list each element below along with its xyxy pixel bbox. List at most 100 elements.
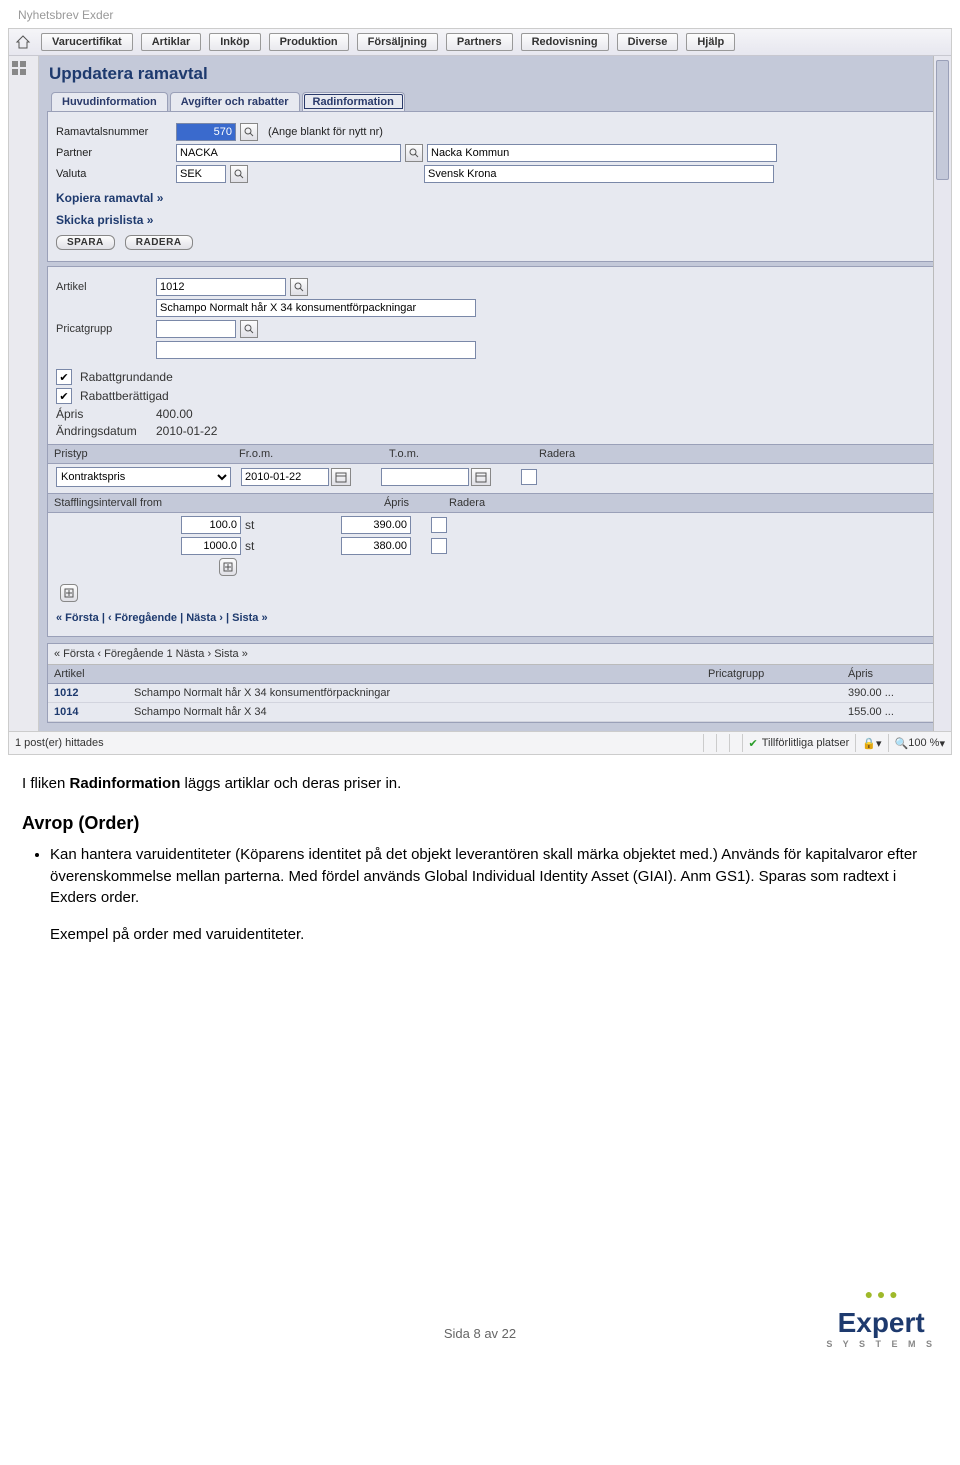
- th-pricat[interactable]: Pricatgrupp: [702, 665, 842, 684]
- menu-diverse[interactable]: Diverse: [617, 33, 679, 51]
- radera-button[interactable]: RADERA: [125, 235, 193, 250]
- tab-avgifter[interactable]: Avgifter och rabatter: [170, 92, 300, 111]
- artikel-lookup[interactable]: [290, 278, 308, 296]
- menu-hjalp[interactable]: Hjälp: [686, 33, 735, 51]
- from-date[interactable]: [241, 468, 329, 486]
- staff-apris-1[interactable]: [341, 537, 411, 555]
- row0-pricat: [702, 684, 842, 703]
- partner-desc: [427, 144, 777, 162]
- partner-input[interactable]: [176, 144, 401, 162]
- pristyp-select[interactable]: Kontraktspris: [56, 467, 231, 487]
- kopiera-link[interactable]: Kopiera ramavtal »: [56, 191, 934, 205]
- ramavtal-input[interactable]: [176, 123, 236, 141]
- status-posts: 1 post(er) hittades: [15, 737, 104, 749]
- tom-date[interactable]: [381, 468, 469, 486]
- price-grid-head: Pristyp Fr.o.m. T.o.m. Radera: [48, 444, 942, 464]
- sidebar: [9, 56, 39, 731]
- rabattberattigad-label: Rabattberättigad: [80, 389, 169, 403]
- from-cal-icon[interactable]: [331, 468, 351, 486]
- row1-id[interactable]: 1014: [48, 703, 128, 722]
- row0-id[interactable]: 1012: [48, 684, 128, 703]
- pricat-input[interactable]: [156, 320, 236, 338]
- rabattgrundande-label: Rabattgrundande: [80, 370, 173, 384]
- statusbar: 1 post(er) hittades ✔ Tillförlitliga pla…: [9, 731, 951, 754]
- tab-radinformation[interactable]: Radinformation: [302, 92, 405, 111]
- menu-forsaljning[interactable]: Försäljning: [357, 33, 438, 51]
- table-row[interactable]: 1014 Schampo Normalt hår X 34 155.00 ...: [48, 703, 942, 722]
- partner-lookup[interactable]: [405, 144, 423, 162]
- header-panel: Ramavtalsnummer (Ange blankt för nytt nr…: [47, 111, 943, 262]
- trusted-check-icon: ✔: [749, 737, 758, 750]
- apris-label: Ápris: [56, 407, 156, 421]
- add-staffling-icon[interactable]: [219, 558, 237, 576]
- row0-apris: 390.00 ...: [842, 684, 942, 703]
- rabattberattigad-checkbox[interactable]: [56, 388, 72, 404]
- lower-nav[interactable]: « Första ‹ Föregående 1 Nästa › Sista »: [48, 644, 942, 665]
- th-apris[interactable]: Ápris: [842, 665, 942, 684]
- scrollbar[interactable]: [933, 56, 951, 731]
- status-trusted: Tillförlitliga platser: [762, 737, 850, 749]
- rabattgrundande-checkbox[interactable]: [56, 369, 72, 385]
- page-title: Uppdatera ramavtal: [47, 60, 943, 92]
- p1-bold: Radinformation: [70, 775, 181, 792]
- pricat-label: Pricatgrupp: [56, 323, 156, 335]
- ramavtal-note: (Ange blankt för nytt nr): [268, 126, 383, 138]
- andrings-label: Ändringsdatum: [56, 424, 156, 438]
- partner-label: Partner: [56, 147, 176, 159]
- article-panel: Artikel Pricatgrupp: [47, 266, 943, 637]
- tom-cal-icon[interactable]: [471, 468, 491, 486]
- spara-button[interactable]: SPARA: [56, 235, 115, 250]
- valuta-input[interactable]: [176, 165, 226, 183]
- valuta-lookup[interactable]: [230, 165, 248, 183]
- staffling-head: Stafflingsintervall from Ápris Radera: [48, 493, 942, 513]
- menu-produktion[interactable]: Produktion: [269, 33, 349, 51]
- tabs: Huvudinformation Avgifter och rabatter R…: [51, 92, 943, 111]
- grid-icon[interactable]: [11, 60, 31, 80]
- th-artikel[interactable]: Artikel: [48, 665, 128, 684]
- logo-sub: S Y S T E M S: [826, 1339, 936, 1349]
- staff-from-1[interactable]: [181, 537, 241, 555]
- skicka-link[interactable]: Skicka prislista »: [56, 213, 934, 227]
- table-row[interactable]: 1012 Schampo Normalt hår X 34 konsumentf…: [48, 684, 942, 703]
- pricat-desc: [156, 341, 476, 359]
- pricat-lookup[interactable]: [240, 320, 258, 338]
- p1-pre: I fliken: [22, 775, 70, 792]
- page-number: Sida 8 av 22: [444, 1326, 516, 1341]
- staff-from-0[interactable]: [181, 516, 241, 534]
- doc-header: Nyhetsbrev Exder: [0, 0, 960, 26]
- artikel-input[interactable]: [156, 278, 286, 296]
- tab-huvudinformation[interactable]: Huvudinformation: [51, 92, 168, 111]
- staff-radera-0[interactable]: [431, 517, 447, 533]
- artikel-desc: [156, 299, 476, 317]
- add-row-icon[interactable]: [60, 584, 78, 602]
- zoom-dropdown-icon[interactable]: ▾: [939, 737, 945, 750]
- home-icon[interactable]: [15, 34, 31, 50]
- ramavtal-lookup[interactable]: [240, 123, 258, 141]
- th-desc: [128, 665, 702, 684]
- staff-unit-0: st: [241, 518, 281, 532]
- status-zoom: 100 %: [908, 737, 939, 749]
- zoom-icon[interactable]: 🔍: [895, 737, 909, 750]
- menubar: Varucertifikat Artiklar Inköp Produktion…: [9, 29, 951, 56]
- menu-inkop[interactable]: Inköp: [209, 33, 260, 51]
- staff-radera-1[interactable]: [431, 538, 447, 554]
- staff-apris-0[interactable]: [341, 516, 411, 534]
- pager-inner[interactable]: « Första | ‹ Föregående | Nästa › | Sist…: [56, 612, 934, 624]
- menu-partners[interactable]: Partners: [446, 33, 513, 51]
- menu-artiklar[interactable]: Artiklar: [141, 33, 202, 51]
- security-icon[interactable]: 🔒▾: [862, 737, 881, 750]
- row1-pricat: [702, 703, 842, 722]
- p2: Exempel på order med varuidentiteter.: [50, 924, 938, 946]
- h2-avrop: Avrop (Order): [22, 810, 938, 836]
- body-text: I fliken Radinformation läggs artiklar o…: [22, 773, 938, 946]
- menu-redovisning[interactable]: Redovisning: [521, 33, 609, 51]
- staff-unit-1: st: [241, 539, 281, 553]
- row1-apris: 155.00 ...: [842, 703, 942, 722]
- li1: Kan hantera varuidentiteter (Köparens id…: [50, 844, 938, 909]
- expert-logo: ● ● ● Expert S Y S T E M S: [826, 1286, 936, 1349]
- price-radera-check[interactable]: [521, 469, 537, 485]
- menu-varucertifikat[interactable]: Varucertifikat: [41, 33, 133, 51]
- row0-desc: Schampo Normalt hår X 34 konsumentförpac…: [128, 684, 702, 703]
- col-pristyp: Pristyp: [54, 448, 239, 460]
- main-area: Uppdatera ramavtal Huvudinformation Avgi…: [39, 56, 951, 731]
